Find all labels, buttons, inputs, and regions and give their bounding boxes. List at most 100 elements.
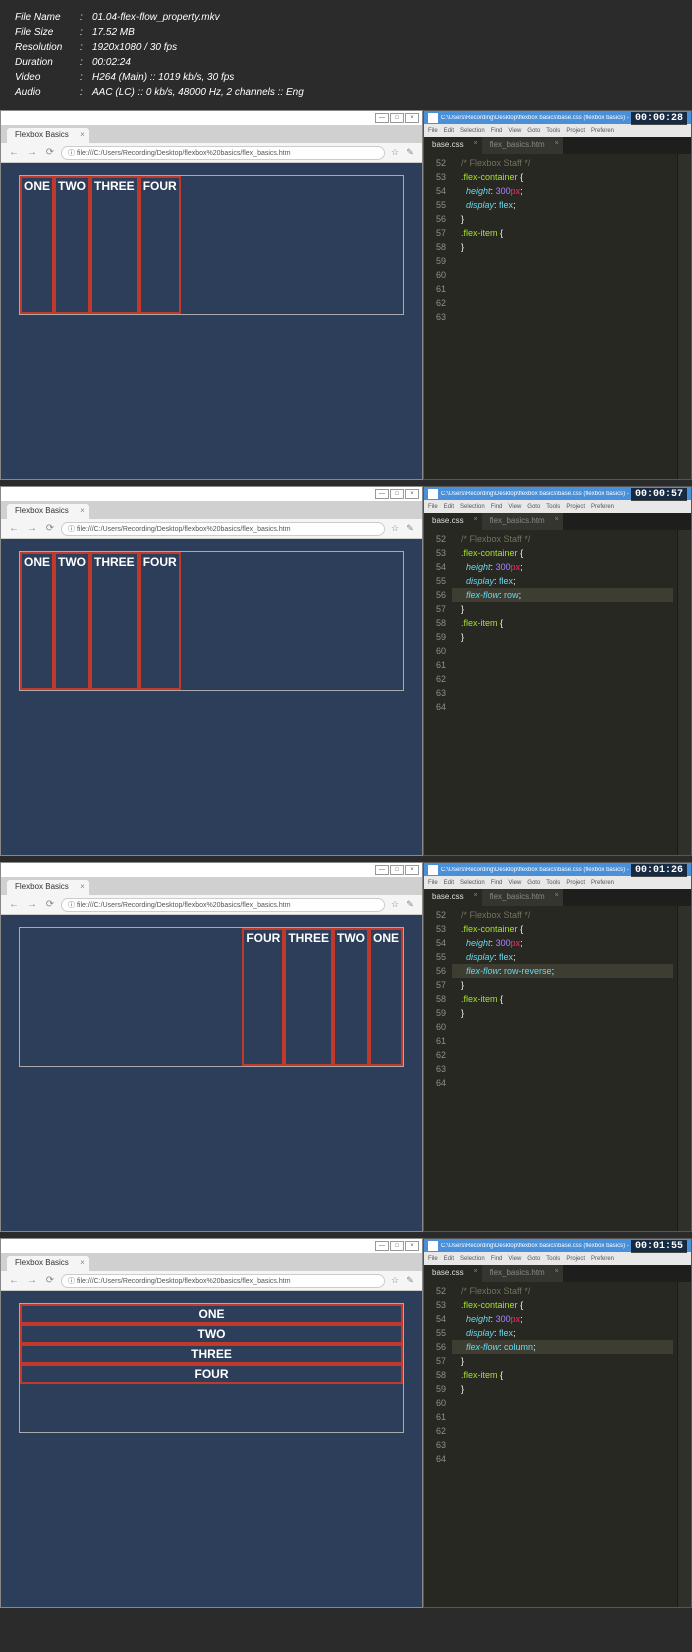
menu-item[interactable]: Project (566, 1256, 585, 1262)
forward-button[interactable]: → (25, 898, 39, 912)
reload-button[interactable]: ⟳ (43, 898, 57, 912)
code-line[interactable]: } (456, 212, 673, 226)
menu-item[interactable]: View (508, 1256, 521, 1262)
close-button[interactable]: × (405, 1241, 419, 1251)
url-input[interactable]: ⓘ file:///C:/Users/Recording/Desktop/fle… (61, 522, 385, 536)
code-line[interactable]: .flex-container { (456, 922, 673, 936)
code-line[interactable]: } (456, 602, 673, 616)
code-line[interactable]: } (456, 1354, 673, 1368)
minimap[interactable] (677, 1282, 691, 1607)
code-area[interactable]: /* Flexbox Staff */ .flex-container { he… (452, 530, 677, 855)
code-area[interactable]: /* Flexbox Staff */ .flex-container { he… (452, 154, 677, 479)
menu-item[interactable]: Goto (527, 1256, 540, 1262)
minimize-button[interactable]: — (375, 113, 389, 123)
menu-item[interactable]: Project (566, 128, 585, 134)
code-line[interactable]: .flex-container { (456, 170, 673, 184)
menu-item[interactable]: Goto (527, 880, 540, 886)
code-line[interactable]: display: flex; (456, 950, 673, 964)
menu-item[interactable]: Selection (460, 1256, 485, 1262)
code-line[interactable]: } (456, 1382, 673, 1396)
menu-item[interactable]: Find (491, 1256, 503, 1262)
code-line[interactable]: /* Flexbox Staff */ (456, 908, 673, 922)
editor-tab-active[interactable]: base.css× (424, 1265, 482, 1282)
menu-item[interactable]: View (508, 128, 521, 134)
back-button[interactable]: ← (7, 1274, 21, 1288)
extension-icon[interactable]: ✎ (404, 523, 416, 535)
maximize-button[interactable]: □ (390, 113, 404, 123)
url-input[interactable]: ⓘ file:///C:/Users/Recording/Desktop/fle… (61, 1274, 385, 1288)
code-line[interactable]: display: flex; (456, 198, 673, 212)
menu-item[interactable]: File (428, 880, 438, 886)
tab-close-icon[interactable]: × (555, 140, 559, 147)
star-icon[interactable]: ☆ (389, 523, 401, 535)
tab-close-icon[interactable]: × (555, 892, 559, 899)
menu-item[interactable]: Tools (546, 504, 560, 510)
code-line[interactable]: /* Flexbox Staff */ (456, 156, 673, 170)
menu-item[interactable]: View (508, 880, 521, 886)
editor-body[interactable]: 52535455565758596061626364 /* Flexbox St… (424, 1282, 691, 1607)
back-button[interactable]: ← (7, 522, 21, 536)
tab-close-icon[interactable]: × (473, 516, 477, 523)
menu-item[interactable]: Project (566, 504, 585, 510)
code-line[interactable]: height: 300px; (456, 560, 673, 574)
editor-body[interactable]: 52535455565758596061626364 /* Flexbox St… (424, 906, 691, 1231)
editor-tab-active[interactable]: base.css× (424, 137, 482, 154)
tab-close-icon[interactable]: × (80, 130, 85, 139)
code-line[interactable]: .flex-item { (456, 226, 673, 240)
code-line[interactable]: height: 300px; (456, 184, 673, 198)
editor-tab-inactive[interactable]: flex_basics.htm× (482, 513, 563, 530)
code-line[interactable]: .flex-container { (456, 546, 673, 560)
menu-item[interactable]: Find (491, 880, 503, 886)
code-area[interactable]: /* Flexbox Staff */ .flex-container { he… (452, 906, 677, 1231)
menu-item[interactable]: Goto (527, 128, 540, 134)
menu-item[interactable]: Tools (546, 128, 560, 134)
back-button[interactable]: ← (7, 898, 21, 912)
forward-button[interactable]: → (25, 146, 39, 160)
menu-item[interactable]: Tools (546, 1256, 560, 1262)
menu-item[interactable]: File (428, 504, 438, 510)
editor-tab-inactive[interactable]: flex_basics.htm× (482, 889, 563, 906)
tab-close-icon[interactable]: × (473, 1268, 477, 1275)
maximize-button[interactable]: □ (390, 1241, 404, 1251)
close-button[interactable]: × (405, 113, 419, 123)
tab-close-icon[interactable]: × (80, 882, 85, 891)
menu-item[interactable]: Selection (460, 128, 485, 134)
code-line[interactable]: flex-flow: row; (452, 588, 673, 602)
menu-item[interactable]: Preferen (591, 128, 614, 134)
tab-close-icon[interactable]: × (555, 516, 559, 523)
code-line[interactable]: .flex-item { (456, 616, 673, 630)
menu-item[interactable]: Find (491, 128, 503, 134)
reload-button[interactable]: ⟳ (43, 146, 57, 160)
close-button[interactable]: × (405, 489, 419, 499)
star-icon[interactable]: ☆ (389, 147, 401, 159)
editor-tab-active[interactable]: base.css× (424, 889, 482, 906)
forward-button[interactable]: → (25, 1274, 39, 1288)
editor-body[interactable]: 525354555657585960616263 /* Flexbox Staf… (424, 154, 691, 479)
browser-tab[interactable]: Flexbox Basics× (7, 1256, 89, 1271)
code-line[interactable]: } (456, 240, 673, 254)
back-button[interactable]: ← (7, 146, 21, 160)
menu-item[interactable]: Selection (460, 504, 485, 510)
code-line[interactable]: /* Flexbox Staff */ (456, 1284, 673, 1298)
menu-item[interactable]: Preferen (591, 504, 614, 510)
minimize-button[interactable]: — (375, 865, 389, 875)
code-line[interactable]: display: flex; (456, 574, 673, 588)
editor-body[interactable]: 52535455565758596061626364 /* Flexbox St… (424, 530, 691, 855)
close-button[interactable]: × (405, 865, 419, 875)
menu-item[interactable]: File (428, 128, 438, 134)
menu-item[interactable]: Edit (444, 1256, 454, 1262)
menu-item[interactable]: Edit (444, 128, 454, 134)
browser-tab[interactable]: Flexbox Basics× (7, 128, 89, 143)
extension-icon[interactable]: ✎ (404, 899, 416, 911)
menu-item[interactable]: Find (491, 504, 503, 510)
tab-close-icon[interactable]: × (555, 1268, 559, 1275)
tab-close-icon[interactable]: × (80, 1258, 85, 1267)
editor-tab-active[interactable]: base.css× (424, 513, 482, 530)
editor-tab-inactive[interactable]: flex_basics.htm× (482, 137, 563, 154)
forward-button[interactable]: → (25, 522, 39, 536)
code-line[interactable]: flex-flow: row-reverse; (452, 964, 673, 978)
code-line[interactable]: flex-flow: column; (452, 1340, 673, 1354)
code-line[interactable]: } (456, 1006, 673, 1020)
minimize-button[interactable]: — (375, 489, 389, 499)
tab-close-icon[interactable]: × (473, 140, 477, 147)
